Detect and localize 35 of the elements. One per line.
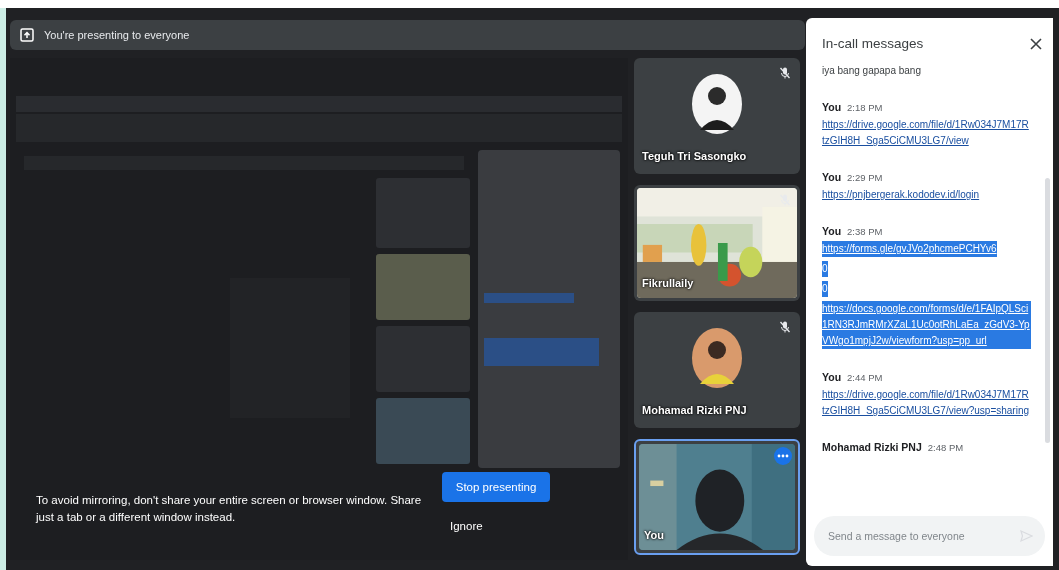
sender-name: You	[822, 225, 842, 237]
participant-name: You	[644, 529, 664, 541]
participant-name: Mohamad Rizki PNJ	[642, 404, 747, 416]
chat-title: In-call messages	[822, 36, 924, 51]
message-text: iya bang gapapa bang	[822, 64, 921, 78]
avatar	[692, 74, 742, 134]
message-field[interactable]: Send a message to everyone	[814, 516, 1045, 556]
present-screen-icon	[20, 28, 34, 42]
participant-name: Fikrullaily	[642, 277, 694, 289]
sender-name: You	[822, 371, 842, 383]
message-text: 0	[822, 261, 828, 277]
message-link[interactable]: https://drive.google.com/file/d/1Rw034J7M17RtzGIH8H_Sga5CiCMU3LG7/view?usp=sharing	[822, 387, 1031, 419]
message-time: 2:29 PM	[847, 172, 883, 183]
presenting-text: You're presenting to everyone	[44, 29, 190, 41]
sender-name: Mohamad Rizki PNJ	[822, 441, 922, 453]
message-time: 2:38 PM	[847, 226, 883, 237]
participant-name: Teguh Tri Sasongko	[642, 150, 747, 162]
scrollbar[interactable]	[1045, 178, 1050, 443]
message-link[interactable]: https://pnjbergerak.kododev.id/login	[822, 187, 980, 203]
close-icon[interactable]	[1029, 36, 1043, 51]
message-link[interactable]: https://drive.google.com/file/d/1Rw034J7M17RtzGIH8H_Sga5CiCMU3LG7/view	[822, 117, 1031, 149]
stop-presenting-button[interactable]: Stop presenting	[442, 472, 550, 502]
message-input[interactable]: Send a message to everyone	[826, 529, 1019, 543]
sender-name: You	[822, 101, 842, 113]
avatar	[692, 328, 742, 388]
dots-icon	[777, 454, 789, 458]
message-text: 0	[822, 281, 828, 297]
message-time: 2:44 PM	[847, 372, 883, 383]
ignore-button[interactable]: Ignore	[448, 518, 485, 534]
sender-name: You	[822, 171, 842, 183]
mirroring-warning: To avoid mirroring, don't share your entire screen or browser window. Share just a tab or a different window instead.	[36, 493, 423, 525]
message-time: 2:18 PM	[847, 102, 883, 113]
message-link[interactable]: https://forms.gle/gvJVo2phcmePCHYv6	[822, 241, 997, 257]
message-time: 2:48 PM	[927, 442, 964, 453]
message-link[interactable]: https://docs.google.com/forms/d/e/1FAIpQLSci1RN3RJmRMrXZaL1Uc0otRhLaEa_zGdV3-YpVWgo1mpjJ2w/viewform?usp=pp_url	[822, 301, 1031, 349]
